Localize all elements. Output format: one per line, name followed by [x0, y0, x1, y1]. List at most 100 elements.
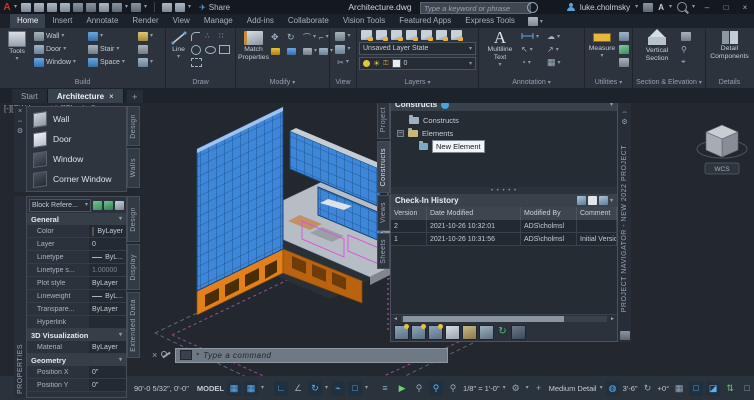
- scroll-right-icon[interactable]: ►: [608, 316, 617, 322]
- prop-row-color[interactable]: Color ByLayer: [27, 225, 126, 238]
- prop-row-plot-style[interactable]: Plot style ByLayer: [27, 277, 126, 290]
- layer-match-icon[interactable]: [436, 30, 448, 41]
- close-button[interactable]: ×: [738, 3, 752, 12]
- navigator-autohide-icon[interactable]: ⇔: [621, 109, 628, 116]
- tab-insert[interactable]: Insert: [45, 14, 79, 28]
- annotation-scale-value[interactable]: 1/8" = 1'-0": [463, 384, 500, 393]
- props-tab-display[interactable]: Display: [127, 244, 140, 290]
- layout-icon[interactable]: [162, 2, 173, 12]
- measure-button[interactable]: Measure ▾: [587, 30, 617, 77]
- panel-label-view[interactable]: View: [330, 77, 356, 88]
- col-comment[interactable]: Comment: [577, 207, 617, 220]
- history-hscrollbar[interactable]: ◄ ►: [391, 314, 617, 323]
- table-cell[interactable]: Initial Version: [577, 233, 617, 246]
- panel-label-annotation[interactable]: Annotation ▾: [479, 77, 584, 88]
- detail-components-button[interactable]: Detail Components: [708, 30, 751, 77]
- globe-icon[interactable]: ◍: [605, 380, 620, 396]
- layer-lock-icon[interactable]: [421, 30, 433, 41]
- nav-tab-sheets[interactable]: Sheets: [377, 233, 390, 269]
- section-general[interactable]: General ▾: [27, 213, 126, 225]
- new-drawing-icon[interactable]: [445, 324, 460, 340]
- tool-palette-properties-icon[interactable]: ⚙: [17, 128, 23, 135]
- select-objects-icon[interactable]: [104, 200, 113, 210]
- rectangle-tool-icon[interactable]: [219, 44, 233, 56]
- panel-label-draw[interactable]: Draw: [166, 77, 235, 88]
- snap-caret-icon[interactable]: ▾: [261, 385, 264, 391]
- rotation-icon[interactable]: ↻: [641, 381, 655, 396]
- move-tool-icon[interactable]: ✥: [271, 31, 287, 43]
- table-cell[interactable]: 2021-10-26 10:31:56: [427, 233, 521, 246]
- file-tab-close-icon[interactable]: ×: [109, 92, 114, 101]
- open-file-icon[interactable]: [34, 2, 45, 12]
- annotation-visibility-icon[interactable]: ⚲: [412, 381, 426, 396]
- toggle-pickadd-icon[interactable]: [93, 200, 102, 210]
- layer-properties-icon[interactable]: [361, 30, 373, 41]
- table-cell[interactable]: [577, 220, 617, 233]
- vertical-section-button[interactable]: Vertical Section: [635, 29, 679, 77]
- view-cut-tool-icon[interactable]: ✂ ▾: [337, 56, 349, 68]
- erase-tool-icon[interactable]: [270, 45, 287, 57]
- iso-caret-icon[interactable]: ▾: [325, 385, 328, 391]
- view-cube-tool-icon[interactable]: ▾: [335, 30, 351, 42]
- selection-type-select[interactable]: Block Refere... ▾: [29, 198, 91, 212]
- table-cell[interactable]: 2021-10-26 10:32:01: [427, 220, 521, 233]
- add-construct-icon[interactable]: [411, 323, 426, 340]
- section-geometry[interactable]: Geometry ▾: [27, 354, 126, 366]
- minimize-button[interactable]: –: [700, 3, 714, 12]
- table-view-icon[interactable]: [479, 324, 494, 340]
- ellipse-tool-icon[interactable]: [205, 44, 219, 56]
- palette-tab-walls[interactable]: Walls: [127, 148, 140, 188]
- collapse-icon[interactable]: –: [397, 130, 404, 137]
- scroll-left-icon[interactable]: ◄: [391, 316, 400, 322]
- palette-tool-corner-window[interactable]: Corner Window: [33, 170, 126, 188]
- points-tool-icon[interactable]: ∴: [205, 31, 219, 43]
- search-input[interactable]: Type a keyword or phrase: [420, 2, 531, 14]
- table-cell[interactable]: ADS\cholmsl: [521, 233, 577, 246]
- palette-tool-window[interactable]: Window: [33, 150, 126, 168]
- osnap-caret-icon[interactable]: ▾: [365, 385, 368, 391]
- tab-collaborate[interactable]: Collaborate: [281, 14, 336, 28]
- prop-row-hyperlink[interactable]: Hyperlink: [27, 316, 126, 329]
- tree-item-elements[interactable]: – Elements: [397, 127, 617, 140]
- undo-caret-icon[interactable]: ▾: [125, 4, 128, 10]
- box-button[interactable]: ▾: [138, 56, 162, 68]
- units-icon[interactable]: ▦: [672, 381, 686, 396]
- prop-row-position-x[interactable]: Position X 0": [27, 366, 126, 379]
- recent-commands-icon[interactable]: [180, 350, 193, 360]
- layer-walk-icon[interactable]: [451, 30, 463, 41]
- tab-vision-tools[interactable]: Vision Tools: [336, 14, 392, 28]
- new-element-name-edit[interactable]: New Element: [432, 140, 485, 153]
- print-icon[interactable]: [99, 2, 110, 12]
- revcloud-tool-icon[interactable]: ☁ ▾: [547, 31, 573, 43]
- model-space-button[interactable]: MODEL: [197, 384, 224, 393]
- autocad-logo[interactable]: A: [0, 1, 14, 13]
- prop-row-linetype[interactable]: Linetype ByL...: [27, 251, 126, 264]
- prop-row-position-y[interactable]: Position Y 0": [27, 379, 126, 392]
- prop-row-lineweight[interactable]: Lineweight ByL...: [27, 290, 126, 303]
- annotation-mark-icon[interactable]: ◔ ▾: [521, 57, 547, 69]
- file-tab-start[interactable]: Start: [12, 89, 48, 103]
- table-row[interactable]: 2: [391, 220, 427, 233]
- autodesk-a-icon[interactable]: A: [658, 3, 664, 12]
- panel-label-section[interactable]: Section & Elevation ▾: [633, 77, 705, 88]
- viewcube[interactable]: WCS: [696, 124, 748, 175]
- clean-screen-icon[interactable]: □: [740, 381, 754, 396]
- layer-off-icon[interactable]: [376, 30, 388, 41]
- elevation-box-icon[interactable]: [681, 30, 691, 42]
- match-properties-button[interactable]: Match Properties: [238, 30, 269, 77]
- mirror-tool-icon[interactable]: ▾: [302, 45, 319, 57]
- scale-caret-icon[interactable]: ▾: [503, 385, 506, 391]
- dimension-tool-icon[interactable]: ▾: [521, 31, 547, 43]
- autoscale-icon[interactable]: ⚲: [429, 380, 444, 396]
- door-button[interactable]: Door ▾: [34, 43, 86, 55]
- history-search-icon[interactable]: [598, 196, 608, 205]
- divide-tool-icon[interactable]: ∷: [219, 31, 233, 43]
- arc-tool-icon[interactable]: [191, 31, 205, 43]
- roof-slab-button[interactable]: ▾: [88, 30, 136, 42]
- layer-state-select[interactable]: Unsaved Layer State ▾: [359, 42, 476, 55]
- polar-tracking-icon[interactable]: ∠: [291, 381, 305, 396]
- workspace-icon[interactable]: [527, 17, 538, 26]
- window-button[interactable]: Window ▾: [34, 56, 86, 68]
- cell-button[interactable]: [138, 43, 162, 55]
- isolate-objects-icon[interactable]: ◪: [706, 380, 721, 396]
